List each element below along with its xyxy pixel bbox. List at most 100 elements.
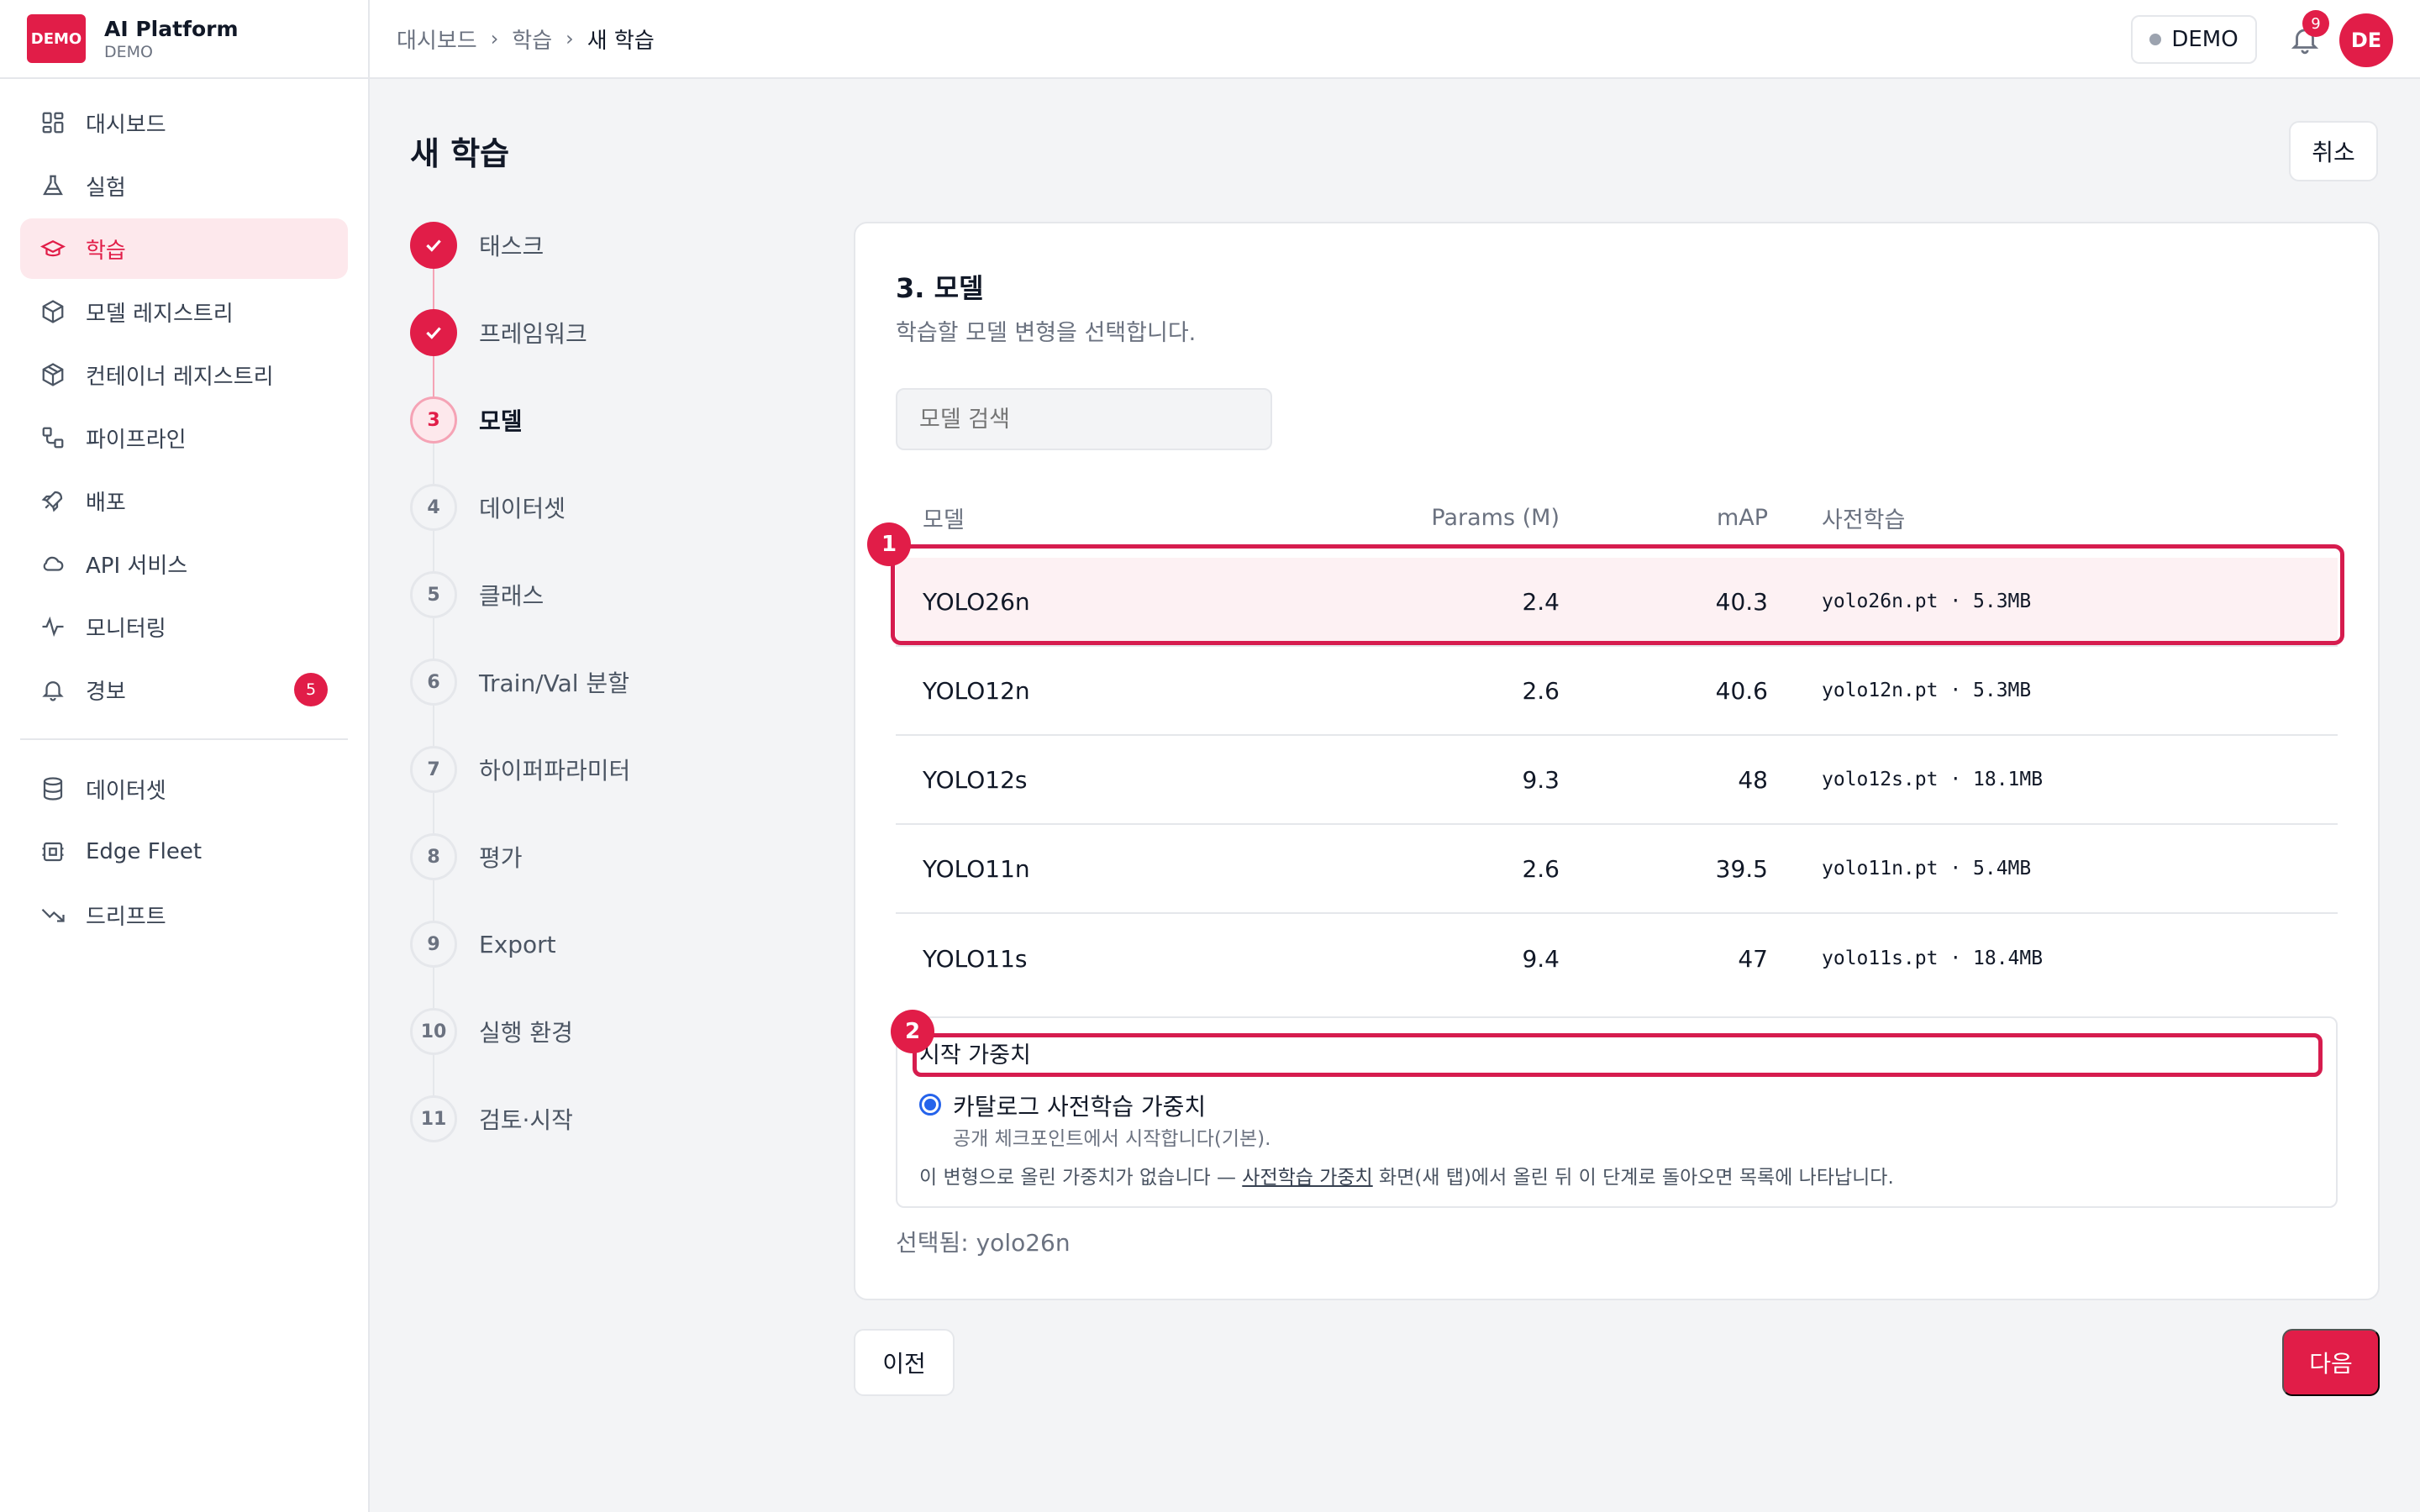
sidebar-item-label: 대시보드 <box>86 112 166 138</box>
sidebar-item-container-registry[interactable]: 컨테이너 레지스트리 <box>20 344 348 405</box>
step-label: Train/Val 분할 <box>479 669 629 697</box>
sidebar-nav: 대시보드 실험 학습 모델 레지스트리 컨테이너 레지스트리 파이프라인 배포 <box>0 79 368 961</box>
weights-title: 시작 가중치 <box>919 1042 1031 1068</box>
cancel-button[interactable]: 취소 <box>2289 121 2378 181</box>
alerts-count-badge: 5 <box>294 673 328 706</box>
step-label: 데이터셋 <box>479 495 566 522</box>
step-runtime[interactable]: 10 실행 환경 <box>410 1008 573 1055</box>
container-icon <box>40 362 66 387</box>
user-avatar[interactable]: DE <box>2339 13 2393 67</box>
table-row[interactable]: YOLO26n 2.4 40.3 yolo26n.pt · 5.3MB <box>896 558 2338 647</box>
cell-params: 2.6 <box>1522 854 1560 883</box>
sidebar-item-edge-fleet[interactable]: Edge Fleet <box>20 822 348 882</box>
sidebar-item-experiments[interactable]: 실험 <box>20 155 348 216</box>
step-label: 모델 <box>479 407 523 435</box>
table-row[interactable]: YOLO12s 9.3 48 yolo12s.pt · 18.1MB <box>896 736 2338 825</box>
sidebar-item-dashboard[interactable]: 대시보드 <box>20 92 348 153</box>
cell-params: 2.6 <box>1522 676 1560 705</box>
chevron-right-icon: › <box>490 27 499 50</box>
sidebar-item-label: 경보 <box>86 679 126 705</box>
sidebar-item-training[interactable]: 학습 <box>20 218 348 279</box>
column-header-pretrained: 사전학습 <box>1822 507 1906 533</box>
step-classes[interactable]: 5 클래스 <box>410 571 544 618</box>
cell-model: YOLO11n <box>923 854 1030 883</box>
breadcrumb-training[interactable]: 학습 <box>512 24 552 55</box>
brand[interactable]: DEMO AI Platform DEMO <box>0 0 368 79</box>
breadcrumb-dashboard[interactable]: 대시보드 <box>397 24 477 55</box>
step-connector <box>433 618 434 659</box>
sidebar-item-label: API 서비스 <box>86 553 188 579</box>
cell-pretrained: yolo26n.pt · 5.3MB <box>1822 591 2032 612</box>
cell-model: YOLO26n <box>923 587 1030 616</box>
step-number: 10 <box>410 1008 457 1055</box>
page-title: 새 학습 <box>410 135 510 172</box>
rocket-icon <box>40 488 66 513</box>
table-row[interactable]: YOLO12n 2.6 40.6 yolo12n.pt · 5.3MB <box>896 647 2338 736</box>
notifications-badge: 9 <box>2302 10 2329 37</box>
step-task[interactable]: 태스크 <box>410 222 544 269</box>
pretrained-weights-link[interactable]: 사전학습 가중치 <box>1242 1167 1372 1189</box>
step-number: 3 <box>410 396 457 444</box>
step-hyperparameters[interactable]: 7 하이퍼파라미터 <box>410 746 630 793</box>
step-export[interactable]: 9 Export <box>410 921 556 968</box>
brand-title: AI Platform <box>104 16 239 41</box>
model-search-input[interactable] <box>896 388 1272 450</box>
trending-down-icon <box>40 902 66 927</box>
sidebar: DEMO AI Platform DEMO 대시보드 실험 학습 모델 레지스트… <box>0 0 370 1512</box>
step-dataset[interactable]: 4 데이터셋 <box>410 484 566 531</box>
check-icon <box>410 309 457 356</box>
cell-map: 40.3 <box>1715 587 1768 616</box>
table-row[interactable]: YOLO11s 9.4 47 yolo11s.pt · 18.4MB <box>896 914 2338 1003</box>
previous-button[interactable]: 이전 <box>854 1329 955 1396</box>
step-framework[interactable]: 프레임워크 <box>410 309 587 356</box>
cell-map: 47 <box>1738 944 1768 973</box>
table-row[interactable]: YOLO11n 2.6 39.5 yolo11n.pt · 5.4MB <box>896 825 2338 914</box>
sidebar-item-label: 데이터셋 <box>86 778 166 804</box>
catalog-weights-radio[interactable] <box>919 1094 941 1116</box>
environment-pill[interactable]: DEMO <box>2131 15 2257 64</box>
step-evaluation[interactable]: 8 평가 <box>410 833 523 880</box>
column-header-model: 모델 <box>923 507 965 533</box>
weights-note-text: 화면(새 탭)에서 올린 뒤 이 단계로 돌아오면 목록에 나타납니다. <box>1372 1167 1894 1189</box>
step-review-start[interactable]: 11 검토·시작 <box>410 1095 573 1142</box>
step-number: 5 <box>410 571 457 618</box>
breadcrumb-current: 새 학습 <box>587 28 655 54</box>
top-header: 대시보드 › 학습 › 새 학습 DEMO 9 DE <box>370 0 2420 79</box>
step-train-val-split[interactable]: 6 Train/Val 분할 <box>410 659 629 706</box>
sidebar-item-label: 모델 레지스트리 <box>86 301 234 327</box>
sidebar-item-drift[interactable]: 드리프트 <box>20 885 348 945</box>
sidebar-item-label: 파이프라인 <box>86 427 187 453</box>
sidebar-item-deploy[interactable]: 배포 <box>20 470 348 531</box>
starting-weights-panel: 시작 가중치 카탈로그 사전학습 가중치 공개 체크포인트에서 시작합니다(기본… <box>896 1016 2338 1208</box>
activity-icon <box>40 614 66 639</box>
step-label: 실행 환경 <box>479 1019 573 1047</box>
sidebar-item-datasets[interactable]: 데이터셋 <box>20 759 348 819</box>
cell-pretrained: yolo12n.pt · 5.3MB <box>1822 680 2032 701</box>
graduation-cap-icon <box>40 236 66 261</box>
catalog-weights-description: 공개 체크포인트에서 시작합니다(기본). <box>953 1128 1271 1150</box>
model-table: 모델 Params (M) mAP 사전학습 YOLO26n 2.4 40.3 … <box>896 477 2338 1003</box>
next-button[interactable]: 다음 <box>2282 1329 2380 1396</box>
sidebar-item-monitoring[interactable]: 모니터링 <box>20 596 348 657</box>
table-header: 모델 Params (M) mAP 사전학습 <box>896 477 2338 558</box>
sidebar-item-pipeline[interactable]: 파이프라인 <box>20 407 348 468</box>
step-label: 검토·시작 <box>479 1106 573 1134</box>
catalog-weights-label[interactable]: 카탈로그 사전학습 가중치 <box>953 1089 1206 1122</box>
flask-icon <box>40 173 66 198</box>
status-dot-icon <box>2149 34 2162 45</box>
radio-selected-dot <box>924 1099 936 1110</box>
sidebar-item-label: 학습 <box>86 238 126 264</box>
step-model[interactable]: 3 모델 <box>410 396 523 444</box>
sidebar-item-api-service[interactable]: API 서비스 <box>20 533 348 594</box>
step-label: 하이퍼파라미터 <box>479 757 631 785</box>
chip-icon <box>40 839 66 864</box>
step-number: 7 <box>410 746 457 793</box>
step-number: 11 <box>410 1095 457 1142</box>
cell-params: 9.3 <box>1522 765 1560 794</box>
step-connector <box>433 269 434 309</box>
card-title: 3. 모델 <box>896 272 984 304</box>
step-connector <box>433 880 434 921</box>
sidebar-item-alerts[interactable]: 경보 5 <box>20 659 348 720</box>
sidebar-item-model-registry[interactable]: 모델 레지스트리 <box>20 281 348 342</box>
weights-note-text: 이 변형으로 올린 가중치가 없습니다 — <box>919 1167 1243 1189</box>
